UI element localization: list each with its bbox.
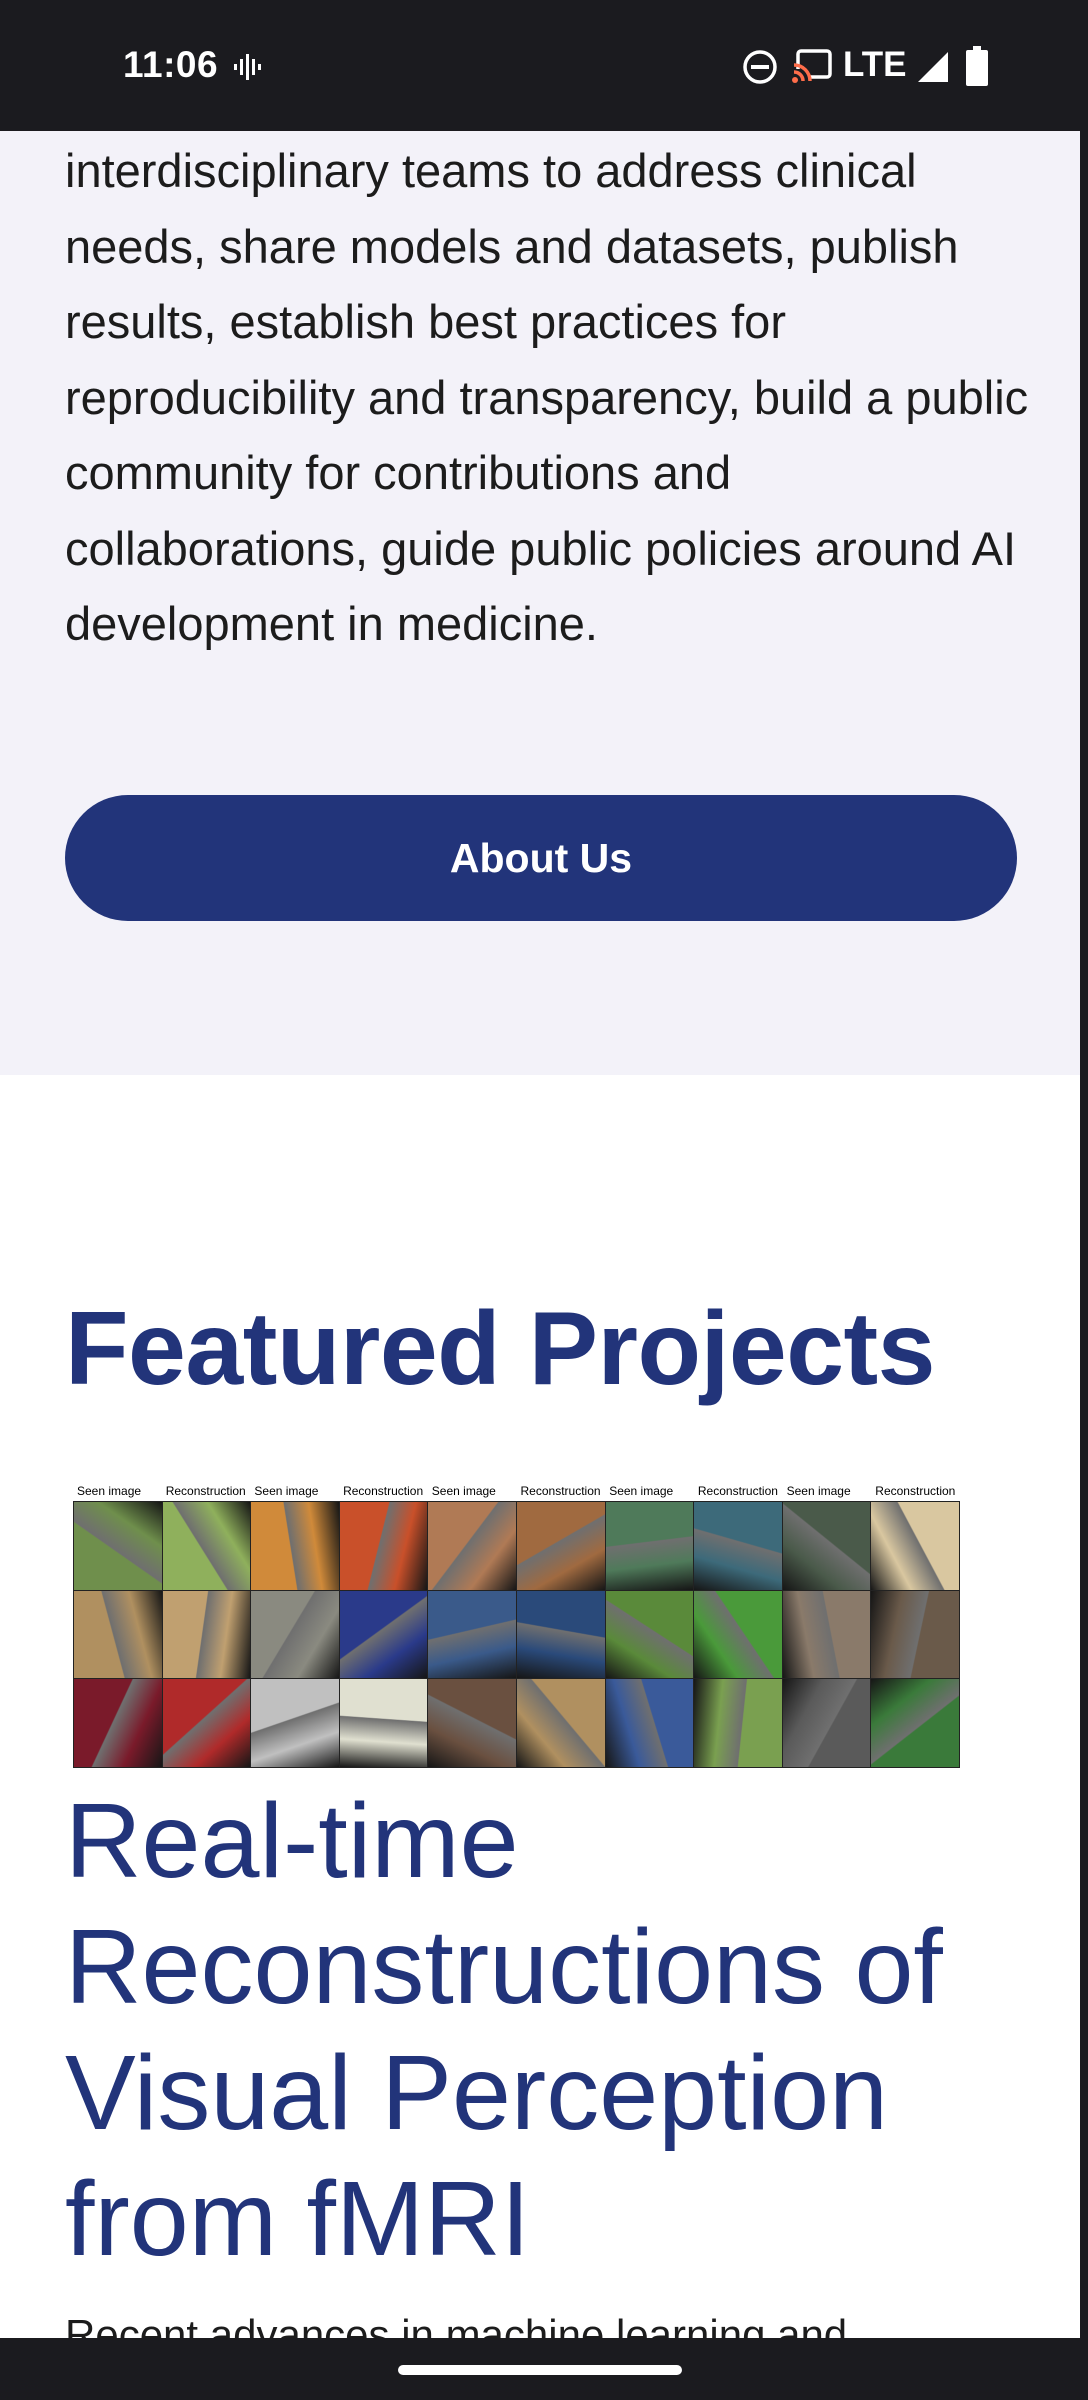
- photo-tile: [605, 1590, 694, 1679]
- project-thumbnail-image[interactable]: Seen image Reconstruction Seen image Recons…: [73, 1484, 960, 1768]
- status-time: 11:06: [123, 44, 219, 85]
- do-not-disturb-icon: [743, 50, 777, 84]
- photo-tile: [605, 1502, 694, 1590]
- voice-wave-icon: [234, 54, 261, 80]
- about-description: interdisciplinary teams to address clini…: [65, 144, 1029, 650]
- photo-tile: [339, 1502, 428, 1590]
- image-column-label: Reconstruction: [343, 1484, 424, 1498]
- photo-tile: [782, 1679, 871, 1767]
- photo-tile: [694, 1502, 782, 1590]
- photo-tile: [516, 1679, 605, 1767]
- image-tile-grid: [73, 1501, 960, 1768]
- photo-tile: [428, 1502, 516, 1590]
- image-column-label: Reconstruction: [165, 1484, 246, 1498]
- photo-tile: [516, 1590, 605, 1679]
- signal-icon: [918, 52, 948, 82]
- image-column-label: Reconstruction: [875, 1484, 956, 1498]
- about-us-button[interactable]: About Us: [65, 795, 1017, 921]
- status-bar: 11:06 LTE: [0, 0, 1088, 131]
- photo-tile: [428, 1679, 516, 1767]
- photo-tile: [74, 1679, 162, 1767]
- image-column-label: Seen image: [77, 1484, 142, 1498]
- photo-tile: [339, 1679, 428, 1767]
- photo-tile: [339, 1590, 428, 1679]
- photo-tile: [251, 1679, 339, 1767]
- photo-tile: [694, 1590, 782, 1679]
- scroll-edge: [1080, 131, 1088, 2338]
- photo-tile: [871, 1590, 959, 1679]
- gesture-home-handle[interactable]: [398, 2365, 682, 2375]
- image-column-label: Seen image: [254, 1484, 319, 1498]
- photo-tile: [74, 1502, 162, 1590]
- photo-tile: [162, 1590, 251, 1679]
- photo-tile: [251, 1502, 339, 1590]
- photo-tile: [162, 1679, 251, 1767]
- image-column-label: Seen image: [786, 1484, 851, 1498]
- image-column-label: Seen image: [609, 1484, 674, 1498]
- about-section: interdisciplinary teams to address clini…: [0, 131, 1080, 1075]
- image-column-label: Reconstruction: [697, 1484, 778, 1498]
- photo-tile: [605, 1679, 694, 1767]
- battery-icon: [966, 46, 988, 86]
- photo-tile: [782, 1590, 871, 1679]
- photo-tile: [162, 1502, 251, 1590]
- photo-tile: [694, 1679, 782, 1767]
- network-type: LTE: [843, 45, 907, 84]
- navigation-bar: [0, 2338, 1088, 2400]
- photo-tile: [782, 1502, 871, 1590]
- photo-tile: [251, 1590, 339, 1679]
- image-column-label: Seen image: [431, 1484, 496, 1498]
- photo-tile: [516, 1502, 605, 1590]
- photo-tile: [871, 1502, 959, 1590]
- cast-icon: [792, 49, 832, 83]
- featured-projects-heading: Featured Projects: [65, 1291, 936, 1407]
- project-title-link[interactable]: Real-time Reconstructions of Visual Perc…: [65, 1778, 1055, 2282]
- photo-tile: [871, 1679, 959, 1767]
- image-column-label: Reconstruction: [520, 1484, 601, 1498]
- photo-tile: [428, 1590, 516, 1679]
- photo-tile: [74, 1590, 162, 1679]
